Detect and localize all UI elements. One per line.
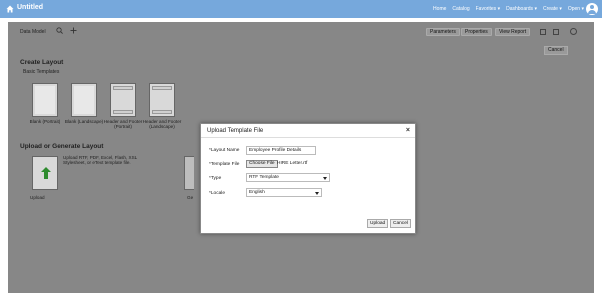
view-report-button[interactable]: View Report — [495, 28, 531, 36]
upload-description: Upload RTF, PDF, Excel, Flash, XSL Style… — [63, 155, 138, 166]
chevron-down-icon — [315, 192, 319, 195]
add-icon[interactable] — [70, 27, 77, 34]
template-header-footer-landscape[interactable] — [149, 83, 175, 117]
search-icon[interactable] — [56, 27, 63, 34]
app-title: Untitled — [17, 4, 44, 11]
nav-open[interactable]: Open ▾ — [568, 6, 584, 12]
dialog-title: Upload Template File — [207, 128, 264, 134]
basic-templates-title: Basic Templates — [23, 69, 60, 75]
nav-create[interactable]: Create ▾ — [543, 6, 562, 12]
template-label: Blank (Portrait) — [29, 119, 61, 124]
toolbar: Data Model Parameters Properties View Re… — [8, 22, 594, 42]
layout-editor-page: Data Model Parameters Properties View Re… — [8, 22, 594, 293]
properties-button[interactable]: Properties — [461, 28, 492, 36]
upload-button[interactable]: Upload — [367, 219, 389, 228]
home-icon[interactable] — [6, 5, 14, 13]
layout-name-label: *Layout Name — [209, 148, 240, 153]
data-model-label[interactable]: Data Model — [20, 29, 46, 35]
template-blank-landscape[interactable] — [71, 83, 97, 117]
template-header-footer-portrait[interactable] — [110, 83, 136, 117]
template-label: Header and Footer (Landscape) — [142, 119, 182, 130]
template-file-label: *Template File — [209, 162, 240, 167]
nav-favorites[interactable]: Favorites ▾ — [476, 6, 500, 12]
nav-home[interactable]: Home — [433, 6, 446, 12]
generate-tile[interactable] — [184, 156, 194, 190]
dialog-cancel-button[interactable]: Cancel — [390, 219, 411, 228]
save-icon[interactable] — [540, 29, 546, 35]
help-icon[interactable] — [570, 28, 577, 35]
dialog-header: Upload Template File × — [201, 124, 415, 138]
parameters-button[interactable]: Parameters — [426, 28, 460, 36]
nav-catalog[interactable]: Catalog — [452, 6, 469, 12]
selected-file-name: HIRE Letter.rtf — [277, 161, 308, 166]
choose-file-button[interactable]: Choose File — [246, 160, 278, 168]
close-icon[interactable]: × — [406, 127, 410, 134]
upload-label: Upload — [30, 195, 45, 200]
top-nav: Home Catalog Favorites ▾ Dashboards ▾ Cr… — [433, 6, 584, 12]
cancel-button[interactable]: Cancel — [544, 46, 568, 55]
chevron-down-icon — [323, 177, 327, 180]
locale-label: *Locale — [209, 191, 226, 196]
upload-arrow-icon — [41, 167, 51, 179]
locale-select[interactable]: English — [246, 188, 322, 197]
create-layout-title: Create Layout — [20, 59, 64, 66]
upload-tile[interactable] — [32, 156, 58, 190]
user-avatar-icon[interactable] — [586, 3, 598, 15]
save-as-icon[interactable] — [553, 29, 559, 35]
locale-select-value: English — [249, 190, 265, 195]
upload-generate-title: Upload or Generate Layout — [20, 143, 104, 150]
type-select-value: RTF Template — [249, 175, 279, 180]
template-label: Header and Footer (Portrait) — [103, 119, 143, 130]
template-label: Blank (Landscape) — [64, 119, 104, 124]
top-bar: Untitled Home Catalog Favorites ▾ Dashbo… — [0, 0, 602, 18]
type-label: *Type — [209, 176, 222, 181]
layout-name-input[interactable]: Employee Profile Details — [246, 146, 316, 155]
upload-template-dialog: Upload Template File × *Layout Name Empl… — [200, 123, 416, 234]
template-blank-portrait[interactable] — [32, 83, 58, 117]
nav-dashboards[interactable]: Dashboards ▾ — [506, 6, 537, 12]
generate-label: Ge — [187, 195, 194, 200]
type-select[interactable]: RTF Template — [246, 173, 330, 182]
